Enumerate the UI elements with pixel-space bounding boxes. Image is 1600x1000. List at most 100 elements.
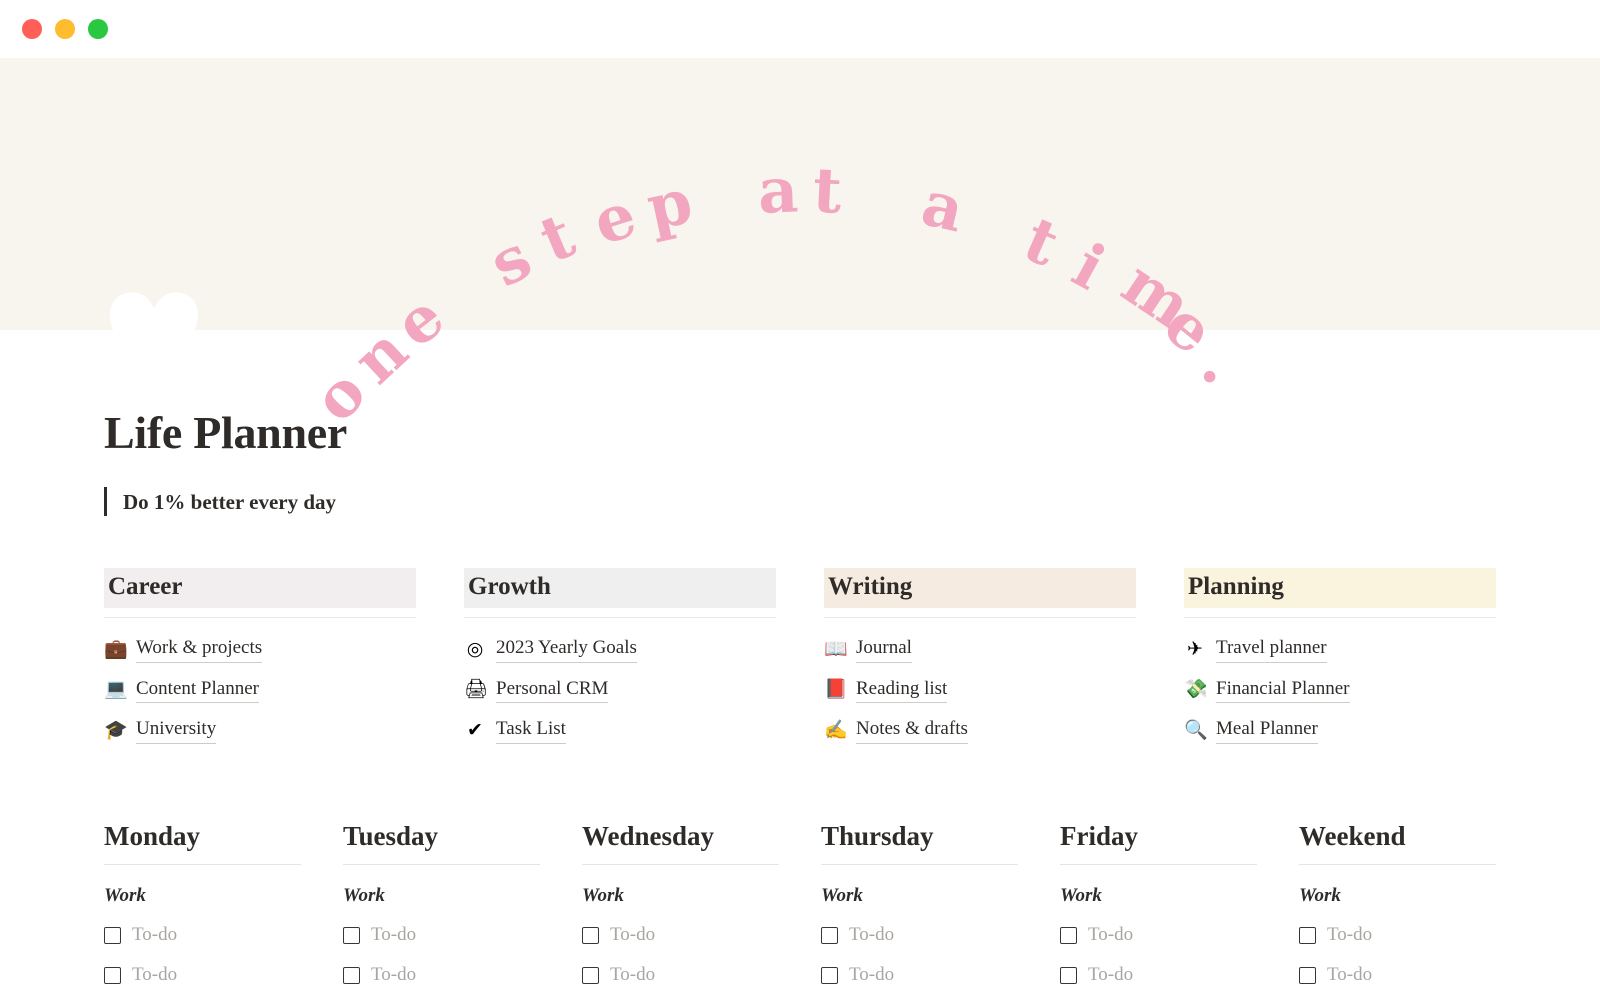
todo-checkbox[interactable] <box>582 927 599 945</box>
close-window-button[interactable] <box>22 19 42 39</box>
banner-letter: . <box>1188 330 1255 398</box>
todo-label[interactable]: To-do <box>1088 964 1133 987</box>
category-link[interactable]: 🖨 Personal CRM <box>464 677 776 704</box>
laptop-icon: 💻 <box>104 679 128 701</box>
banner-letter: p <box>640 163 699 245</box>
category-link-label: 2023 Yearly Goals <box>496 636 637 663</box>
todo-checkbox[interactable] <box>104 966 121 984</box>
category-divider <box>104 616 416 618</box>
todo-checkbox[interactable] <box>821 927 838 945</box>
todo-row[interactable]: To-do <box>821 924 1018 947</box>
todo-row[interactable]: To-do <box>1299 964 1496 987</box>
magnifying-glass-icon: 🔍 <box>1184 720 1208 742</box>
todo-row[interactable]: To-do <box>582 924 779 947</box>
banner-letter: a <box>914 166 971 247</box>
day-group-label: Work <box>1299 885 1341 907</box>
category-column-growth: Growth ◎ 2023 Yearly Goals 🖨 Personal CRM ✔ Ta… <box>464 568 776 758</box>
printer-icon: 🖨 <box>464 679 489 701</box>
banner-letter: a <box>756 153 800 228</box>
category-link[interactable]: 📕 Reading list <box>824 677 1136 704</box>
todo-label[interactable]: To-do <box>132 964 177 987</box>
category-column-writing: Writing 📖 Journal 📕 Reading list ✍ Notes & dra… <box>824 568 1136 758</box>
page-content: Life Planner Do 1% better every day Care… <box>0 406 1600 987</box>
todo-row[interactable]: To-do <box>104 924 301 947</box>
category-heading: Planning <box>1184 568 1496 608</box>
category-link[interactable]: ✍ Notes & drafts <box>824 717 1136 744</box>
category-link-list: ✈ Travel planner 💸 Financial Planner 🔍 Meal P… <box>1184 636 1496 744</box>
todo-row[interactable]: To-do <box>343 964 540 987</box>
day-column-weekend: Weekend Work To-do To-do <box>1299 820 1496 987</box>
cover-banner[interactable]: onestepatatime. 🤍 <box>0 58 1600 435</box>
category-link[interactable]: 📖 Journal <box>824 636 1136 663</box>
category-link[interactable]: 💸 Financial Planner <box>1184 677 1496 704</box>
day-group-label: Work <box>1060 885 1102 907</box>
todo-label[interactable]: To-do <box>849 924 894 947</box>
todo-row[interactable]: To-do <box>821 964 1018 987</box>
cover-banner-text: onestepatatime. <box>0 58 1600 435</box>
todo-checkbox[interactable] <box>343 966 360 984</box>
banner-letter: s <box>477 220 543 301</box>
todo-row[interactable]: To-do <box>104 964 301 987</box>
day-divider <box>1060 864 1257 866</box>
todo-row[interactable]: To-do <box>1299 924 1496 947</box>
todo-checkbox[interactable] <box>1299 927 1316 945</box>
category-link[interactable]: ✔ Task List <box>464 717 776 744</box>
day-column-thursday: Thursday Work To-do To-do <box>821 820 1018 987</box>
category-link-label: University <box>136 717 217 744</box>
todo-row[interactable]: To-do <box>1060 924 1257 947</box>
category-link-label: Reading list <box>856 677 948 704</box>
category-link[interactable]: ◎ 2023 Yearly Goals <box>464 636 776 663</box>
page-title: Life Planner <box>104 407 347 458</box>
day-heading: Weekend <box>1299 820 1406 851</box>
todo-label[interactable]: To-do <box>1088 924 1133 947</box>
todo-label[interactable]: To-do <box>132 924 177 947</box>
day-column-wednesday: Wednesday Work To-do To-do <box>582 820 779 987</box>
day-divider <box>821 864 1018 866</box>
banner-letter: e <box>584 177 645 259</box>
todo-checkbox[interactable] <box>821 966 838 984</box>
checkmark-icon: ✔ <box>467 720 483 742</box>
todo-checkbox[interactable] <box>1060 927 1077 945</box>
category-link-label: Content Planner <box>136 677 259 704</box>
category-column-career: Career 💼 Work & projects 💻 Content Planner 🎓 U… <box>104 568 416 758</box>
todo-label[interactable]: To-do <box>610 964 655 987</box>
page-subtitle: Do 1% better every day <box>123 490 337 514</box>
todo-checkbox[interactable] <box>343 927 360 945</box>
category-link[interactable]: 🎓 University <box>104 717 416 744</box>
todo-row[interactable]: To-do <box>582 964 779 987</box>
todo-row[interactable]: To-do <box>343 924 540 947</box>
todo-checkbox[interactable] <box>582 966 599 984</box>
todo-checkbox[interactable] <box>104 927 121 945</box>
todo-checkbox[interactable] <box>1060 966 1077 984</box>
todo-label[interactable]: To-do <box>371 964 416 987</box>
banner-letter: i <box>1061 228 1117 304</box>
minimize-window-button[interactable] <box>55 19 75 39</box>
todo-label[interactable]: To-do <box>849 964 894 987</box>
todo-row[interactable]: To-do <box>1060 964 1257 987</box>
todo-label[interactable]: To-do <box>1327 924 1372 947</box>
todo-label[interactable]: To-do <box>1327 964 1372 987</box>
todo-checkbox[interactable] <box>1299 966 1316 984</box>
todo-label[interactable]: To-do <box>371 924 416 947</box>
category-divider <box>1184 616 1496 618</box>
category-link-label: Travel planner <box>1216 636 1327 663</box>
day-heading: Monday <box>104 820 201 851</box>
todo-label[interactable]: To-do <box>610 924 655 947</box>
closed-book-icon: 📕 <box>824 679 848 701</box>
page-icon[interactable]: 🤍 <box>104 294 204 374</box>
day-group-label: Work <box>104 885 146 907</box>
maximize-window-button[interactable] <box>88 19 108 39</box>
banner-letter: t <box>811 153 844 229</box>
category-link[interactable]: 🔍 Meal Planner <box>1184 717 1496 744</box>
category-link-label: Personal CRM <box>496 677 609 704</box>
category-link[interactable]: 💼 Work & projects <box>104 636 416 663</box>
day-group-label: Work <box>821 885 863 907</box>
category-link[interactable]: 💻 Content Planner <box>104 677 416 704</box>
category-link-label: Journal <box>856 636 912 663</box>
category-link[interactable]: ✈ Travel planner <box>1184 636 1496 663</box>
money-with-wings-icon: 💸 <box>1184 679 1208 701</box>
banner-letter: m <box>1109 246 1205 344</box>
category-link-list: 💼 Work & projects 💻 Content Planner 🎓 Univers… <box>104 636 416 744</box>
category-link-list: 📖 Journal 📕 Reading list ✍ Notes & drafts <box>824 636 1136 744</box>
page-subtitle-quote: Do 1% better every day <box>104 487 1496 517</box>
